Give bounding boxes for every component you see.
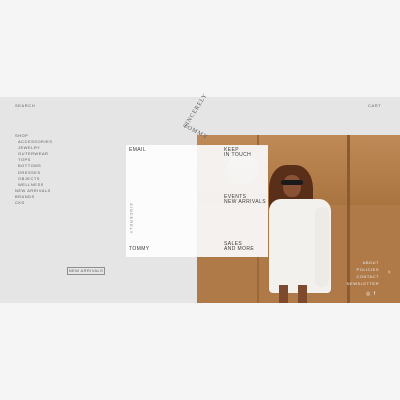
sunglasses [281, 180, 303, 185]
cart-link[interactable]: CART [368, 103, 381, 108]
footer-link-contact[interactable]: CONTACT [347, 273, 379, 280]
search-link[interactable]: SEARCH [15, 103, 35, 108]
email-input[interactable]: EMAIL [129, 147, 146, 154]
menu-cks[interactable]: CKS [15, 200, 52, 206]
popup-brand: TOMMY [129, 246, 150, 252]
newsletter-popup: EMAIL SINCERELY TOMMY KEEP IN TOUCH EVEN… [126, 145, 268, 257]
main-menu: SHOP ACCESSORIES JEWELRY OUTERWEAR TOPS … [15, 133, 52, 206]
instagram-icon[interactable]: ◎ [366, 291, 370, 297]
logo-bottom-text: TOMMY [182, 123, 209, 141]
vertical-brand-text: SINCERELY [129, 203, 134, 235]
social-icons: ◎ f [366, 291, 375, 297]
footer-links: ABOUT POLICIES CONTACT NEWSLETTER [347, 259, 379, 287]
brand-logo[interactable]: SINCERELY TOMMY [172, 93, 222, 141]
new-arrivals-button[interactable]: NEW ARRIVALS [67, 267, 105, 275]
keep-line2: IN TOUCH [224, 152, 252, 158]
model-leg [279, 285, 288, 303]
events-line2: NEW ARRIVALS [224, 199, 266, 205]
footer-link-about[interactable]: ABOUT [347, 259, 379, 266]
sales-line2: AND MORE [224, 246, 255, 252]
model-leg [298, 285, 307, 303]
model-arm [315, 207, 329, 287]
model-face [283, 175, 301, 197]
chevron-right-icon[interactable]: › [388, 269, 390, 276]
facebook-icon[interactable]: f [374, 291, 375, 297]
footer-link-newsletter[interactable]: NEWSLETTER [347, 280, 379, 287]
footer-link-policies[interactable]: POLICIES [347, 266, 379, 273]
